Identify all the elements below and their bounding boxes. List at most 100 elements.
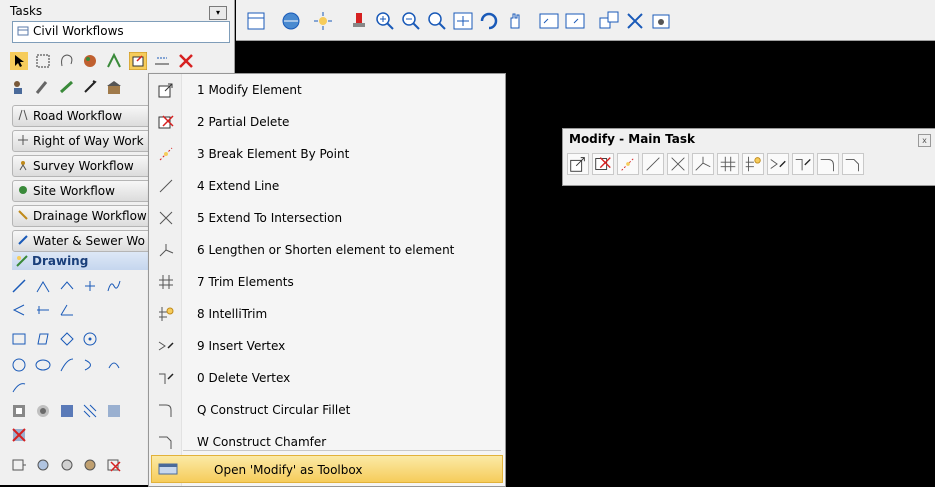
partial-delete-icon[interactable] [592, 153, 614, 175]
menu-item-label: 8 IntelliTrim [197, 307, 268, 321]
rotate-view-icon[interactable] [478, 10, 500, 32]
menu-item-insert-vertex[interactable]: 9 Insert Vertex [149, 330, 505, 362]
chamfer-icon[interactable] [842, 153, 864, 175]
curve-icon[interactable] [105, 277, 123, 295]
dimension-icon[interactable] [153, 52, 171, 70]
cell-place-icon[interactable] [34, 456, 52, 474]
menu-item-modify-element[interactable]: 1 Modify Element [149, 74, 505, 106]
lengthen-shorten-icon[interactable] [692, 153, 714, 175]
clip-volume-icon[interactable] [624, 10, 646, 32]
menu-item-lengthen-shorten[interactable]: 6 Lengthen or Shorten element to element [149, 234, 505, 266]
menu-item-break-element[interactable]: 3 Break Element By Point [149, 138, 505, 170]
task-selector[interactable]: Civil Workflows [12, 21, 230, 43]
close-button[interactable]: x [918, 134, 931, 147]
trim-elements-icon[interactable] [717, 153, 739, 175]
cell-delete-icon[interactable] [105, 456, 123, 474]
road-workflow-button[interactable]: Road Workflow [12, 105, 154, 127]
drawing-section-header[interactable]: Drawing [12, 252, 152, 270]
pan-icon[interactable] [504, 10, 526, 32]
view-attributes-icon[interactable] [246, 10, 268, 32]
zoom-out-icon[interactable] [400, 10, 422, 32]
menu-item-partial-delete[interactable]: 2 Partial Delete [149, 106, 505, 138]
row-icon [18, 135, 28, 145]
workflow-label: Water & Sewer Wo [33, 234, 145, 248]
delete-hatch-row [10, 426, 30, 448]
intellitrim-icon[interactable] [742, 153, 764, 175]
pen-icon[interactable] [81, 78, 99, 96]
pattern-icon[interactable] [10, 402, 28, 420]
smartline-icon[interactable] [34, 277, 52, 295]
extend-line-icon[interactable] [642, 153, 664, 175]
menu-item-circular-fillet[interactable]: Q Construct Circular Fillet [149, 394, 505, 426]
circle-target-icon[interactable] [81, 330, 99, 348]
paintbrush-icon[interactable] [34, 78, 52, 96]
water-sewer-workflow-button[interactable]: Water & Sewer Wo [12, 230, 154, 252]
menu-item-delete-vertex[interactable]: 0 Delete Vertex [149, 362, 505, 394]
hatch-curve-icon[interactable] [10, 378, 28, 396]
modify-element-icon[interactable] [567, 153, 589, 175]
menu-item-extend-intersection[interactable]: 5 Extend To Intersection [149, 202, 505, 234]
zoom-in-icon[interactable] [374, 10, 396, 32]
rectangle-icon[interactable] [10, 330, 28, 348]
people-icon[interactable] [10, 78, 28, 96]
window-area-icon[interactable] [426, 10, 448, 32]
multiline-icon[interactable] [58, 277, 76, 295]
cell-replace-icon[interactable] [81, 456, 99, 474]
view-next-icon[interactable] [564, 10, 586, 32]
render-icon[interactable] [650, 10, 672, 32]
half-ellipse-icon[interactable] [81, 356, 99, 374]
select-arrow-icon[interactable] [10, 52, 28, 70]
delete-pattern-icon[interactable] [10, 426, 28, 444]
ellipse-icon[interactable] [34, 356, 52, 374]
delete-vertex-icon [159, 373, 174, 384]
insert-vertex-icon[interactable] [767, 153, 789, 175]
measure-icon[interactable] [105, 52, 123, 70]
fill-icon[interactable] [58, 402, 76, 420]
brush-icon[interactable] [58, 78, 76, 96]
break-element-icon[interactable] [617, 153, 639, 175]
view-previous-icon[interactable] [538, 10, 560, 32]
polygon-icon[interactable] [34, 330, 52, 348]
fence-icon[interactable] [34, 52, 52, 70]
copy-view-icon[interactable] [598, 10, 620, 32]
site-workflow-button[interactable]: Site Workflow [12, 180, 154, 202]
fit-view-icon[interactable] [452, 10, 474, 32]
globe-icon[interactable] [280, 10, 302, 32]
brush-fill-icon[interactable] [348, 10, 370, 32]
arc-icon[interactable] [58, 356, 76, 374]
drawing-tools-row-2 [10, 301, 78, 323]
cell-select-icon[interactable] [58, 456, 76, 474]
angle-icon[interactable] [58, 301, 76, 319]
circle-icon[interactable] [10, 356, 28, 374]
point-icon[interactable] [81, 277, 99, 295]
delete-icon[interactable] [177, 52, 195, 70]
right-of-way-workflow-button[interactable]: Right of Way Work [12, 130, 154, 152]
menu-item-intellitrim[interactable]: 8 IntelliTrim [149, 298, 505, 330]
menu-item-chamfer[interactable]: W Construct Chamfer [149, 426, 505, 458]
drainage-workflow-button[interactable]: Drainage Workflow [12, 205, 154, 227]
toolbox-title[interactable]: Modify - Main Task [569, 132, 695, 146]
circular-fillet-icon[interactable] [817, 153, 839, 175]
flower-icon[interactable] [34, 402, 52, 420]
paint-icon[interactable] [81, 52, 99, 70]
place-line-icon[interactable] [10, 277, 28, 295]
survey-workflow-button[interactable]: Survey Workflow [12, 155, 154, 177]
diagonal-hatch-icon[interactable] [81, 402, 99, 420]
building-icon[interactable] [105, 78, 123, 96]
open-as-toolbox-item[interactable]: Open 'Modify' as Toolbox [151, 455, 503, 483]
menu-item-extend-line[interactable]: 4 Extend Line [149, 170, 505, 202]
modify-active-icon[interactable] [129, 52, 148, 70]
spiral-icon[interactable] [105, 356, 123, 374]
menu-item-trim-elements[interactable]: 7 Trim Elements [149, 266, 505, 298]
delete-vertex-icon[interactable] [792, 153, 814, 175]
view-tools-row [10, 78, 125, 100]
extend-intersection-icon[interactable] [667, 153, 689, 175]
tasks-menu-button[interactable]: ▾ [209, 6, 227, 20]
lighting-icon[interactable] [312, 10, 334, 32]
lasso-icon[interactable] [58, 52, 76, 70]
cell-icon[interactable] [10, 456, 28, 474]
arc-line-icon[interactable] [10, 301, 28, 319]
diamond-icon[interactable] [58, 330, 76, 348]
dimension-line-icon[interactable] [34, 301, 52, 319]
crosshatch-icon[interactable] [105, 402, 123, 420]
